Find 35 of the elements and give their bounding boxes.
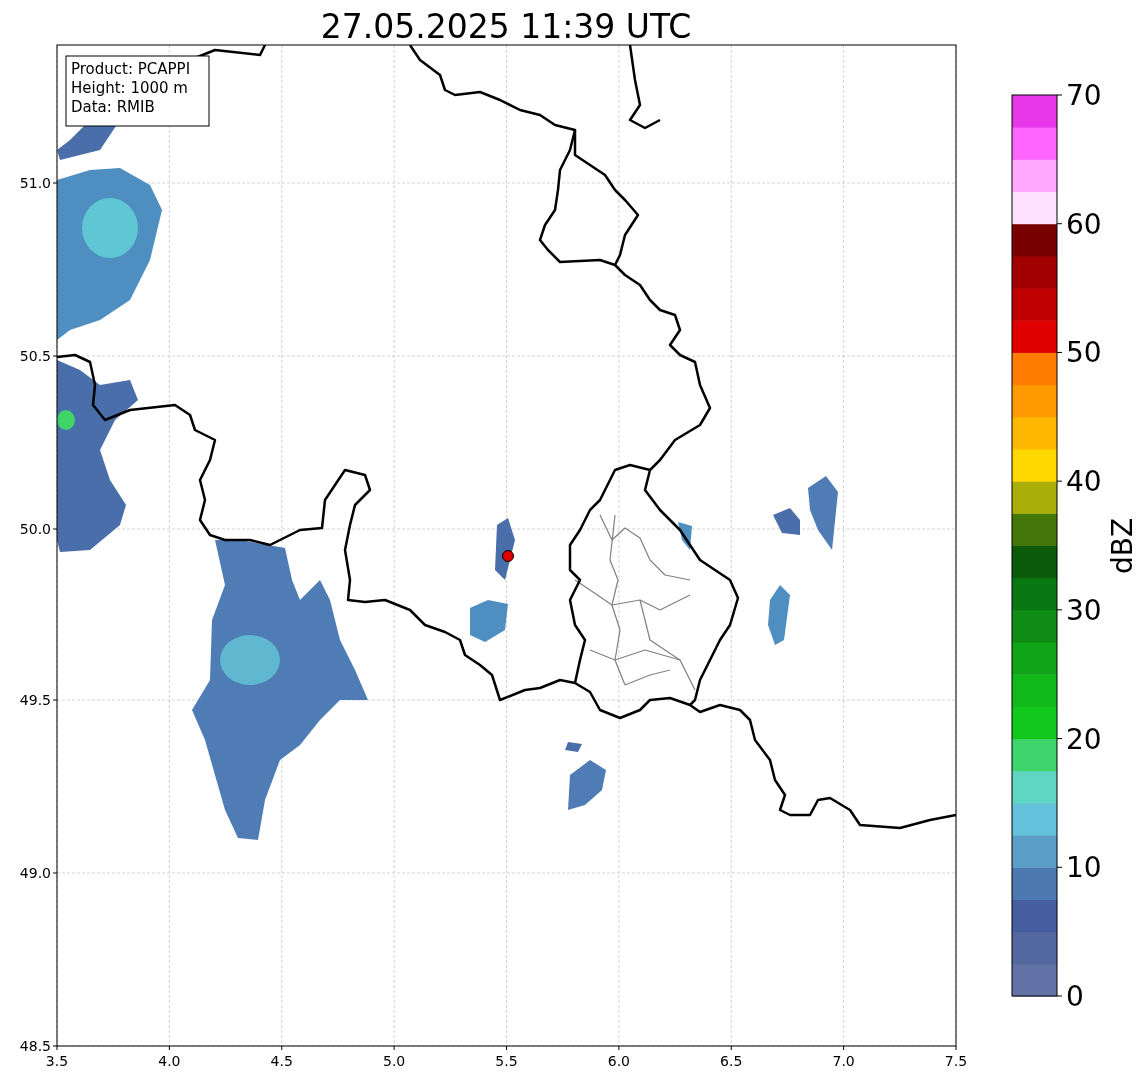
- colorbar-tick-label: 60: [1066, 207, 1102, 241]
- x-tick-label: 4.0: [158, 1053, 181, 1069]
- radar-echo: [565, 742, 582, 752]
- radar-echo: [678, 522, 692, 550]
- y-tick-label: 51.0: [19, 175, 51, 191]
- x-tick-label: 5.5: [495, 1053, 518, 1069]
- info-text: Product: PCAPPI: [71, 60, 191, 78]
- info-text: Data: RMIB: [71, 98, 155, 116]
- x-tick-label: 5.0: [383, 1053, 406, 1069]
- x-tick-label: 6.0: [607, 1053, 630, 1069]
- radar-echo: [768, 585, 790, 645]
- radar-echo: [568, 760, 606, 810]
- info-text: Height: 1000 m: [71, 79, 188, 97]
- x-tick-label: 3.5: [45, 1053, 69, 1069]
- colorbar-tick-label: 0: [1066, 980, 1084, 1013]
- radar-site-marker: [502, 550, 514, 562]
- colorbar-tick-label: 20: [1066, 722, 1102, 756]
- chart-title: 27.05.2025 11:39 UTC: [320, 7, 692, 46]
- y-tick-label: 50.0: [19, 521, 51, 537]
- y-tick-label: 48.5: [19, 1038, 51, 1054]
- radar-echo: [470, 600, 508, 642]
- x-tick-label: 4.5: [270, 1053, 293, 1069]
- colorbar-tick-label: 30: [1066, 593, 1102, 627]
- x-tick-label: 6.5: [720, 1053, 743, 1069]
- colorbar-tick-label: 70: [1066, 79, 1102, 112]
- colorbar-tick-label: 10: [1066, 851, 1102, 885]
- y-tick-label: 49.0: [19, 865, 51, 881]
- x-tick-label: 7.0: [832, 1053, 855, 1069]
- x-tick-label: 7.5: [944, 1053, 968, 1069]
- colorbar-label: dBZ: [1106, 517, 1139, 575]
- y-tick-label: 50.5: [19, 348, 51, 364]
- radar-echo: [773, 508, 800, 535]
- colorbar-tick-label: 40: [1066, 465, 1102, 499]
- y-tick-label: 49.5: [19, 692, 51, 708]
- colorbar-tick-label: 50: [1066, 336, 1102, 370]
